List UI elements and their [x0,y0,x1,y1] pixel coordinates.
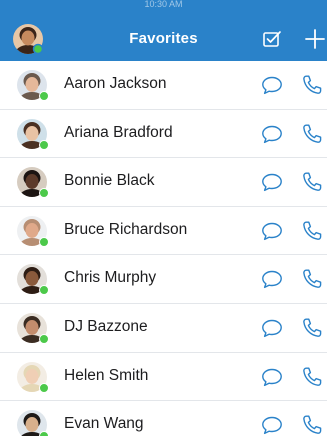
message-button[interactable] [259,364,285,390]
call-button[interactable] [299,364,325,390]
message-button[interactable] [259,315,285,341]
favorite-row-4[interactable]: Bruce Richardson [0,206,327,256]
call-button[interactable] [299,121,325,147]
chat-bubble-icon [262,319,282,338]
presence-online-indicator [39,285,49,296]
add-favorite-button[interactable] [302,26,327,52]
edit-favorites-button[interactable] [259,26,285,52]
phone-icon [303,318,322,337]
chat-bubble-icon [262,76,282,95]
favorite-row-6[interactable]: DJ Bazzone [0,303,327,353]
checkbox-edit-icon [263,31,281,47]
call-button[interactable] [299,218,325,244]
phone-icon [303,172,322,192]
contact-name: Chris Murphy [64,269,157,287]
presence-online-indicator [39,431,49,436]
call-button[interactable] [299,169,325,195]
favorites-list: Aaron Jackson Ariana Bradford Bonnie Bla… [0,61,327,436]
contact-avatar[interactable] [17,215,49,247]
chat-bubble-icon [262,368,282,386]
presence-online-indicator [39,188,49,199]
contact-name: Evan Wang [64,415,144,433]
message-button[interactable] [259,121,285,147]
call-button[interactable] [299,266,325,292]
call-button[interactable] [299,72,325,98]
contact-avatar[interactable] [17,70,49,101]
chat-bubble-icon [262,271,282,289]
call-button[interactable] [299,315,325,341]
contact-name: Bruce Richardson [64,220,188,238]
favorite-row-2[interactable]: Ariana Bradford [0,109,327,159]
contact-avatar[interactable] [17,264,49,296]
contact-name: DJ Bazzone [64,317,148,335]
message-button[interactable] [259,266,285,292]
phone-icon [303,75,322,94]
favorite-row-5[interactable]: Chris Murphy [0,255,327,304]
favorites-navbar: 10:30 AM Favorites [0,0,327,61]
chat-bubble-icon [262,222,282,240]
contact-name: Bonnie Black [64,172,155,190]
phone-icon [303,221,322,240]
message-button[interactable] [259,72,285,98]
presence-online-indicator [39,91,49,101]
status-bar-time: 10:30 AM [144,0,183,8]
presence-online-indicator [39,139,49,150]
phone-icon [303,415,322,435]
phone-icon [303,269,322,289]
contact-avatar[interactable] [17,118,49,150]
presence-online-indicator [39,382,49,393]
favorite-row-8[interactable]: Evan Wang [0,401,327,436]
favorite-row-7[interactable]: Helen Smith [0,352,327,402]
chat-bubble-icon [262,173,282,192]
contact-name: Helen Smith [64,366,149,384]
contact-avatar[interactable] [17,410,49,436]
contact-name: Ariana Bradford [64,123,173,141]
message-button[interactable] [259,412,285,436]
contact-avatar[interactable] [17,361,49,393]
contact-name: Aaron Jackson [64,75,167,92]
message-button[interactable] [259,218,285,244]
call-button[interactable] [299,412,325,436]
plus-icon [305,29,325,49]
favorite-row-3[interactable]: Bonnie Black [0,158,327,207]
contact-avatar[interactable] [17,312,49,344]
chat-bubble-icon [262,125,282,143]
presence-online-indicator [39,236,49,247]
phone-icon [303,367,322,386]
phone-icon [303,124,322,143]
contact-avatar[interactable] [17,167,49,199]
favorite-row-1[interactable]: Aaron Jackson [0,61,327,110]
presence-online-indicator [39,333,49,344]
chat-bubble-icon [262,416,282,435]
message-button[interactable] [259,169,285,195]
